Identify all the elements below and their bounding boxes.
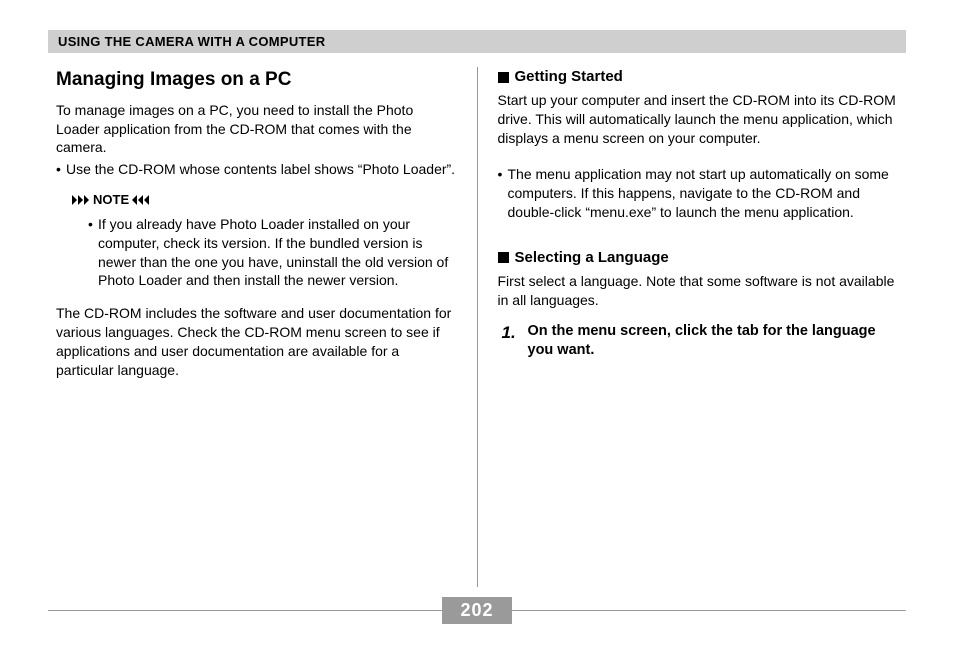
bullet-dot-icon: •: [88, 215, 98, 291]
section-header: USING THE CAMERA WITH A COMPUTER: [48, 30, 906, 53]
note-label: NOTE: [93, 191, 129, 209]
page-title: Managing Images on a PC: [56, 67, 457, 93]
note-block: NOTE • If you already have Photo Loader …: [72, 191, 457, 290]
bullet-dot-icon: •: [56, 160, 66, 179]
step-number: 1.: [502, 322, 522, 361]
left-column: Managing Images on a PC To manage images…: [48, 67, 477, 587]
paragraph: First select a language. Note that some …: [498, 272, 899, 310]
bullet-dot-icon: •: [498, 165, 508, 222]
intro-paragraph: To manage images on a PC, you need to in…: [56, 101, 457, 158]
note-body: • If you already have Photo Loader insta…: [72, 215, 457, 291]
square-bullet-icon: [498, 72, 509, 83]
paragraph: The CD-ROM includes the software and use…: [56, 304, 457, 380]
right-column: Getting Started Start up your computer a…: [477, 67, 907, 587]
note-arrows-left-icon: [132, 195, 150, 205]
page-number: 202: [442, 597, 511, 624]
subheading-text: Selecting a Language: [515, 248, 669, 268]
subheading-selecting-language: Selecting a Language: [498, 248, 899, 268]
note-text: If you already have Photo Loader install…: [98, 215, 457, 291]
bullet-item: • Use the CD-ROM whose contents label sh…: [56, 160, 457, 179]
bullet-text: Use the CD-ROM whose contents label show…: [66, 160, 457, 179]
bullet-item: • The menu application may not start up …: [498, 165, 899, 222]
page-footer: 202: [48, 597, 906, 624]
paragraph: Start up your computer and insert the CD…: [498, 91, 899, 148]
footer-rule-right: [512, 610, 906, 611]
note-arrows-right-icon: [72, 195, 90, 205]
bullet-text: The menu application may not start up au…: [508, 165, 899, 222]
subheading-text: Getting Started: [515, 67, 623, 87]
manual-page: USING THE CAMERA WITH A COMPUTER Managin…: [0, 0, 954, 646]
content-columns: Managing Images on a PC To manage images…: [48, 67, 906, 587]
step-text: On the menu screen, click the tab for th…: [528, 322, 899, 361]
subheading-getting-started: Getting Started: [498, 67, 899, 87]
square-bullet-icon: [498, 252, 509, 263]
step-item: 1. On the menu screen, click the tab for…: [502, 322, 899, 361]
footer-rule-left: [48, 610, 442, 611]
note-heading: NOTE: [72, 191, 457, 209]
